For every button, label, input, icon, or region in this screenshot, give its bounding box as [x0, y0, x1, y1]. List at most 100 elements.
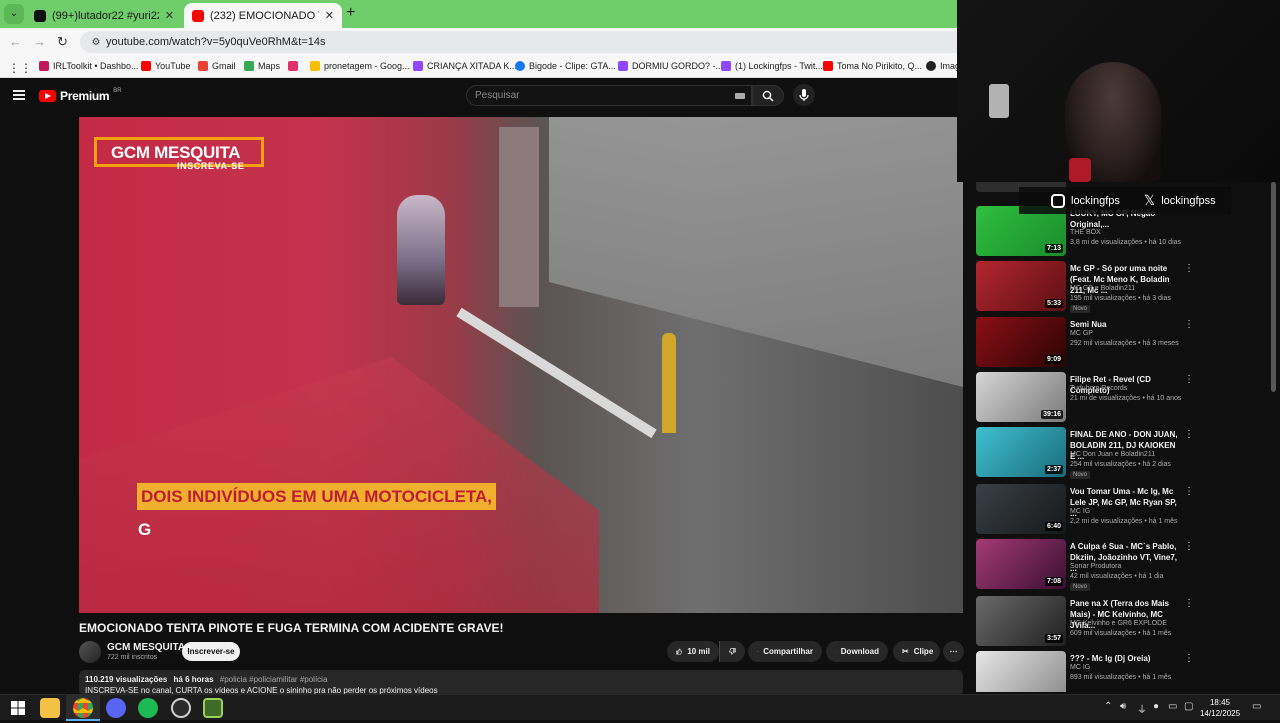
- recommendation-item[interactable]: 39:16 Filipe Ret - Revel (CD Completo) T…: [976, 372, 1266, 424]
- discord-icon[interactable]: [106, 698, 126, 718]
- recommendation-channel[interactable]: MC GP: [1070, 330, 1093, 337]
- recommendation-channel[interactable]: THE BOX: [1070, 229, 1101, 236]
- file-explorer-icon[interactable]: [40, 698, 60, 718]
- video-thumbnail[interactable]: 9:09: [976, 317, 1066, 367]
- volume-icon[interactable]: 🔊︎: [1120, 701, 1126, 712]
- recommendation-channel[interactable]: MC IG: [1070, 664, 1090, 671]
- windows-start-icon[interactable]: [8, 698, 28, 718]
- more-vertical-icon[interactable]: ⋮: [1184, 541, 1194, 552]
- more-vertical-icon[interactable]: ⋮: [1184, 486, 1194, 497]
- sidebar-scrollbar[interactable]: [1271, 182, 1276, 392]
- more-vertical-icon[interactable]: ⋮: [1184, 598, 1194, 609]
- share-button[interactable]: Compartilhar: [748, 641, 822, 662]
- forward-arrow-icon[interactable]: →: [33, 34, 46, 49]
- bookmark-drive[interactable]: pronetagem - Goog...: [310, 61, 410, 71]
- video-thumbnail[interactable]: [976, 651, 1066, 692]
- subscribe-button[interactable]: Inscrever-se: [182, 642, 240, 661]
- youtube-premium-logo[interactable]: Premium BR: [39, 88, 122, 103]
- bookmark-irltoolkit[interactable]: IRLToolkit • Dashbo...: [39, 61, 139, 71]
- watermark-channel-name: GCM MESQUITA: [111, 143, 241, 162]
- clip-button[interactable]: ✂ Clipe: [893, 641, 940, 662]
- app-icon[interactable]: [203, 698, 223, 718]
- microphone-tray-icon[interactable]: ●: [1153, 701, 1159, 712]
- bookmark-instagram[interactable]: [288, 61, 298, 71]
- dislike-button[interactable]: [719, 641, 745, 662]
- system-clock[interactable]: 18:45 14/12/2025: [1200, 697, 1240, 719]
- new-tab-button[interactable]: +: [346, 4, 355, 22]
- like-button[interactable]: 10 mil: [667, 641, 719, 662]
- instagram-icon: [288, 61, 298, 71]
- address-bar[interactable]: ⚙ youtube.com/watch?v=5y0quVe0RhM&t=14s: [80, 31, 957, 53]
- search-button[interactable]: [752, 85, 784, 106]
- google-drive-icon: [310, 61, 320, 71]
- more-vertical-icon[interactable]: ⋮: [1184, 263, 1194, 274]
- obs-icon[interactable]: [171, 698, 191, 718]
- bookmark-facebook-bigode[interactable]: Bigode - Clipe: GTA...: [515, 61, 616, 71]
- recommendations-sidebar: 7:13 LUUKY, MC GP, Negão Original,... TH…: [976, 182, 1272, 692]
- video-player[interactable]: GCM MESQUITA INSCREVA-SE DOIS INDIVÍDUOS…: [79, 117, 963, 613]
- voice-search-button[interactable]: [793, 84, 815, 106]
- reload-icon[interactable]: ↻: [57, 34, 68, 50]
- more-vertical-icon[interactable]: ⋮: [1184, 319, 1194, 330]
- recommendation-channel[interactable]: Sonar Produtora: [1070, 563, 1121, 570]
- site-info-icon[interactable]: ⚙: [86, 37, 106, 48]
- recommendation-title[interactable]: Semi Nua: [1070, 319, 1180, 330]
- menu-hamburger-icon[interactable]: [13, 90, 25, 100]
- recommendation-channel[interactable]: Tudubom Records: [1070, 385, 1127, 392]
- more-vertical-icon[interactable]: ⋮: [1184, 653, 1194, 664]
- download-button[interactable]: Download: [826, 641, 888, 662]
- spotify-icon[interactable]: [138, 698, 158, 718]
- more-vertical-icon[interactable]: ⋮: [1184, 429, 1194, 440]
- recommendation-channel[interactable]: MC Don Juan e Boladin211: [1070, 451, 1155, 458]
- bookmark-twitch-crianca[interactable]: CRIANÇA XITADA K...: [413, 61, 517, 71]
- bookmark-twitch-dormiu[interactable]: DORMIU GORDO? -...: [618, 61, 723, 71]
- channel-name[interactable]: GCM MESQUITA: [107, 642, 185, 653]
- url-text: youtube.com/watch?v=5y0quVe0RhM&t=14s: [106, 36, 326, 48]
- video-thumbnail[interactable]: 2:37: [976, 427, 1066, 477]
- notifications-icon[interactable]: ▭: [1252, 701, 1261, 712]
- bookmark-maps[interactable]: Maps: [244, 61, 280, 71]
- tab-search-chevron-icon[interactable]: ⌄: [4, 4, 24, 24]
- network-icon[interactable]: ▭: [1168, 701, 1177, 712]
- recommendation-item[interactable]: 3:57 Pane na X (Terra dos Mais Mais) - M…: [976, 596, 1266, 648]
- video-thumbnail[interactable]: 3:57: [976, 596, 1066, 646]
- back-arrow-icon[interactable]: ←: [9, 34, 22, 49]
- chevron-up-icon[interactable]: ⌃: [1104, 701, 1112, 712]
- bookmark-imag[interactable]: Imag: [926, 61, 960, 71]
- recommendation-item[interactable]: 6:40 Vou Tomar Uma - Mc Ig, Mc Lele JP, …: [976, 484, 1266, 536]
- recommendation-item[interactable]: 5:33 Mc GP - Só por uma noite (Feat. Mc …: [976, 261, 1266, 313]
- video-thumbnail[interactable]: 39:16: [976, 372, 1066, 422]
- browser-tab-twitch[interactable]: (99+)lutador22 #yuri22 | yuri22 ✕: [26, 3, 182, 28]
- recommendation-item[interactable]: ??? - Mc Ig (Dj Oreia) MC IG 893 mil vis…: [976, 651, 1266, 692]
- keyboard-icon[interactable]: [735, 93, 745, 99]
- video-thumbnail[interactable]: 6:40: [976, 484, 1066, 534]
- logo-word: Premium: [60, 89, 110, 103]
- usb-icon[interactable]: ⏚: [1137, 701, 1147, 716]
- video-thumbnail[interactable]: 7:08: [976, 539, 1066, 589]
- recommendation-channel[interactable]: MC GP e Boladin211: [1070, 285, 1135, 292]
- hashtags[interactable]: #policia #policiamilitar #polícia: [220, 675, 328, 684]
- youtube-masthead: Premium BR Pesquisar: [0, 78, 957, 114]
- recommendation-channel[interactable]: MC IG: [1070, 508, 1090, 515]
- close-tab-icon[interactable]: ✕: [325, 9, 334, 22]
- bookmark-youtube[interactable]: YouTube: [141, 61, 190, 71]
- more-vertical-icon[interactable]: ⋮: [1184, 374, 1194, 385]
- display-icon[interactable]: ▢: [1184, 701, 1193, 712]
- search-input[interactable]: Pesquisar: [466, 85, 752, 106]
- video-description-box[interactable]: 110.219 visualizações há 6 horas #polici…: [79, 670, 963, 696]
- recommendation-item[interactable]: 9:09 Semi Nua MC GP 292 mil visualizaçõe…: [976, 317, 1266, 369]
- bookmark-twitch-lockingfps[interactable]: (1) Lockingfps - Twit...: [721, 61, 823, 71]
- apps-grid-icon[interactable]: ⋮⋮: [8, 61, 32, 75]
- close-tab-icon[interactable]: ✕: [165, 9, 174, 22]
- recommendation-item[interactable]: 7:08 A Culpa é Sua - MC`s Pablo, Dkziin,…: [976, 539, 1266, 591]
- recommendation-item[interactable]: 2:37 FINAL DE ANO - DON JUAN, BOLADIN 21…: [976, 427, 1266, 479]
- video-thumbnail[interactable]: 5:33: [976, 261, 1066, 311]
- recommendation-title[interactable]: ??? - Mc Ig (Dj Oreia): [1070, 653, 1180, 664]
- bookmark-youtube-pirikito[interactable]: Toma No Pirikito, Q...: [823, 61, 922, 71]
- more-actions-button[interactable]: ⋯: [943, 641, 964, 662]
- channel-avatar[interactable]: [79, 641, 101, 663]
- chrome-icon[interactable]: [73, 698, 93, 718]
- recommendation-channel[interactable]: MC Kelvinho e GR6 EXPLODE: [1070, 620, 1167, 627]
- browser-tab-youtube[interactable]: (232) EMOCIONADO TENTA PINOTE E FUGA TER…: [184, 3, 342, 28]
- bookmark-gmail[interactable]: Gmail: [198, 61, 236, 71]
